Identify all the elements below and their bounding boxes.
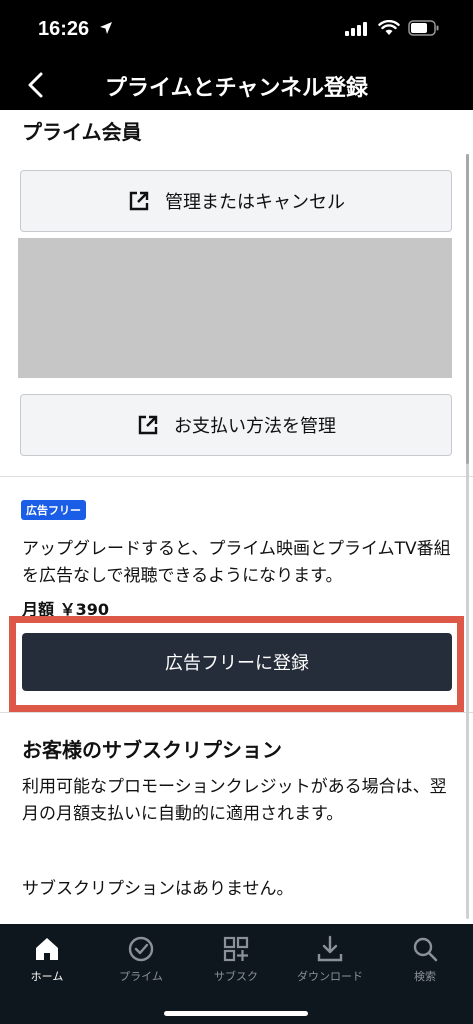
- nav-item-home[interactable]: ホーム: [0, 934, 94, 984]
- nav-label: プライム: [119, 970, 163, 983]
- status-bar: 16:26: [0, 0, 473, 62]
- scrollbar-thumb[interactable]: [466, 154, 469, 464]
- page-title: プライムとチャンネル登録: [105, 76, 368, 101]
- search-icon: [413, 937, 438, 962]
- nav-label: サブスク: [214, 970, 258, 983]
- external-link-icon: [138, 415, 158, 435]
- home-icon: [36, 938, 58, 960]
- nav-item-prime[interactable]: プライム: [94, 934, 188, 984]
- main-content[interactable]: プライム会員 管理またはキャンセル お支払い方法を管理 広告フリー アップグレー…: [0, 110, 473, 924]
- nav-label: ホーム: [30, 970, 64, 983]
- subscriptions-description: 利用可能なプロモーションクレジットがある場合は、翌月の月額支払いに自動的に適用さ…: [22, 777, 447, 824]
- nav-item-search[interactable]: 検索: [378, 934, 472, 984]
- bottom-nav: ホーム プライム サブスク ダウンロード 検索: [0, 924, 473, 1024]
- subscribe-ad-free-label: 広告フリーに登録: [165, 653, 309, 674]
- download-icon: [317, 935, 343, 962]
- check-circle-icon: [128, 936, 154, 962]
- subscriptions-empty-text: サブスクリプションはありません。: [22, 879, 294, 899]
- nav-label: ダウンロード: [297, 970, 363, 983]
- section-divider: [0, 476, 473, 477]
- home-indicator: [164, 1011, 308, 1016]
- subscriptions-title: お客様のサブスクリプション: [22, 738, 282, 762]
- battery-icon: [408, 20, 439, 36]
- manage-cancel-button[interactable]: 管理またはキャンセル: [20, 170, 452, 232]
- location-arrow-icon: [100, 22, 112, 34]
- manage-payment-label: お支払い方法を管理: [174, 416, 336, 437]
- placeholder-block: [18, 238, 452, 378]
- section-divider: [0, 712, 473, 713]
- ad-free-badge: 広告フリー: [21, 500, 86, 520]
- grid-plus-icon: [223, 936, 249, 962]
- nav-item-downloads[interactable]: ダウンロード: [283, 934, 377, 984]
- external-link-icon: [129, 191, 149, 211]
- manage-payment-button[interactable]: お支払い方法を管理: [20, 394, 452, 456]
- subscribe-ad-free-button[interactable]: 広告フリーに登録: [22, 633, 452, 691]
- status-time: 16:26: [38, 18, 90, 40]
- ad-free-description: アップグレードすると、プライム映画とプライムTV番組を広告なしで視聴できるように…: [22, 539, 451, 586]
- nav-item-subscriptions[interactable]: サブスク: [189, 934, 283, 984]
- nav-label: 検索: [414, 970, 436, 983]
- cellular-signal-icon: [345, 22, 367, 36]
- manage-cancel-label: 管理またはキャンセル: [165, 192, 345, 213]
- wifi-icon: [378, 20, 400, 35]
- prime-section-title: プライム会員: [22, 120, 142, 144]
- page-header: プライムとチャンネル登録: [0, 62, 473, 110]
